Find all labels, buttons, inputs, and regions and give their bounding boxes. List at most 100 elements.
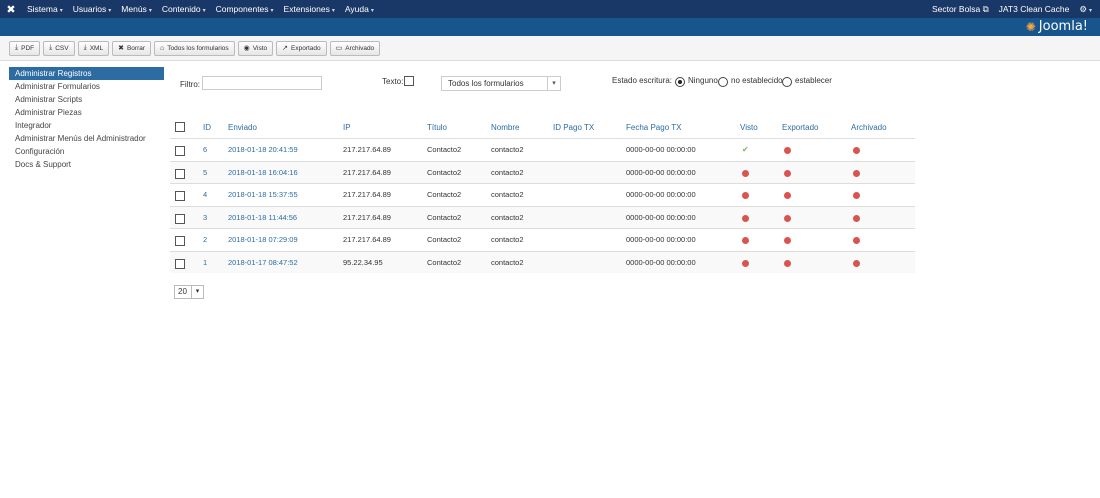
row-checkbox[interactable] [175, 168, 185, 179]
cell-ip: 217.217.64.89 [343, 145, 391, 154]
archivado-no-icon[interactable] [853, 143, 860, 154]
exportado-no-icon[interactable] [784, 143, 791, 154]
cell-enviado[interactable]: 2018-01-18 16:04:16 [228, 168, 298, 177]
exportado-button[interactable]: ↗ Exportado [276, 40, 327, 56]
cell-id[interactable]: 2 [203, 235, 207, 244]
visto-no-icon[interactable] [742, 256, 749, 267]
clean-cache-link[interactable]: JAT3 Clean Cache [999, 4, 1070, 14]
download-icon: ⤓ [15, 44, 19, 51]
select-all-checkbox[interactable] [175, 122, 185, 132]
row-checkbox[interactable] [175, 191, 185, 201]
cell-titulo: Contacto2 [427, 167, 462, 177]
row-checkbox[interactable] [175, 213, 185, 224]
menu-menus[interactable]: Menús ▾ [116, 4, 157, 14]
cell-nombre: contacto2 [491, 190, 524, 199]
sidebar-item-registros[interactable]: Administrar Registros [9, 67, 164, 80]
cell-id[interactable]: 3 [203, 213, 207, 222]
cell-id[interactable]: 5 [203, 168, 207, 177]
radio-ninguno[interactable] [675, 77, 685, 87]
table-row: 3 2018-01-18 11:44:56 217.217.64.89 Contact… [170, 205, 915, 228]
menu-contenido[interactable]: Contenido ▾ [157, 4, 211, 14]
filter-input[interactable] [202, 76, 322, 90]
visto-button[interactable]: ◉ Visto [237, 40, 274, 56]
archivado-no-icon[interactable] [853, 233, 860, 244]
menu-extensiones[interactable]: Extensiones ▾ [279, 4, 340, 14]
row-checkbox[interactable] [175, 258, 185, 269]
visto-no-icon[interactable] [742, 211, 749, 222]
pdf-button[interactable]: ⤓ PDF [9, 40, 41, 56]
col-titulo[interactable]: Título [427, 123, 447, 132]
cell-nombre: contacto2 [491, 257, 524, 267]
sidebar-item-docs[interactable]: Docs & Support [9, 158, 164, 171]
cell-enviado[interactable]: 2018-01-18 15:37:55 [228, 190, 298, 199]
cell-nombre: contacto2 [491, 212, 524, 222]
xml-button[interactable]: ⤓ XML [77, 40, 110, 56]
cell-ip: 95.22.34.95 [343, 257, 383, 267]
gear-icon: ⚙ [1079, 3, 1087, 14]
exportado-no-icon[interactable] [784, 256, 791, 267]
archivado-no-icon[interactable] [853, 256, 860, 267]
cell-enviado[interactable]: 2018-01-18 11:44:56 [228, 213, 297, 222]
cell-enviado[interactable]: 2018-01-18 20:41:59 [228, 145, 298, 154]
exportado-no-icon[interactable] [784, 211, 791, 222]
cell-enviado[interactable]: 2018-01-17 08:47:52 [228, 258, 298, 267]
cell-enviado[interactable]: 2018-01-18 07:29:09 [228, 235, 298, 244]
todos-formularios-button[interactable]: ⌂ Todos los formularios [154, 40, 235, 56]
cell-titulo: Contacto2 [427, 190, 462, 199]
col-id[interactable]: ID [203, 123, 211, 132]
visto-no-icon[interactable] [742, 233, 749, 244]
list-limit-select[interactable]: 20 ▾ [174, 285, 204, 299]
col-exportado[interactable]: Exportado [782, 123, 818, 132]
sidebar-item-integrador[interactable]: Integrador [9, 119, 164, 132]
share-icon: ↗ [282, 45, 288, 52]
texto-label: Texto: [382, 77, 404, 86]
cell-id[interactable]: 1 [203, 258, 207, 267]
archivado-no-icon[interactable] [853, 166, 860, 177]
col-enviado[interactable]: Enviado [228, 123, 257, 132]
csv-button[interactable]: ⤓ CSV [43, 40, 75, 56]
sidebar-item-formularios[interactable]: Administrar Formularios [9, 80, 164, 93]
menu-usuarios[interactable]: Usuarios ▾ [68, 4, 117, 14]
joomla-menu-icon[interactable]: ✖ [0, 0, 22, 18]
radio-no-establecido[interactable] [718, 77, 728, 87]
visto-no-icon[interactable] [742, 188, 749, 199]
user-menu[interactable]: ⚙ ▾ [1079, 4, 1092, 15]
col-nombre[interactable]: Nombre [491, 123, 519, 132]
exportado-no-icon[interactable] [784, 166, 791, 177]
cell-fecha-pago: 0000-00-00 00:00:00 [626, 145, 696, 154]
menu-sistema[interactable]: Sistema ▾ [22, 4, 68, 14]
col-ip[interactable]: IP [343, 123, 351, 132]
cell-id[interactable]: 4 [203, 190, 207, 199]
estado-label: Estado escritura: [612, 76, 673, 85]
exportado-no-icon[interactable] [784, 233, 791, 244]
download-icon: ⤓ [83, 44, 87, 51]
sidebar-item-configuracion[interactable]: Configuración [9, 145, 164, 158]
radio-establecer[interactable] [782, 77, 792, 87]
site-link[interactable]: Sector Bolsa ⧉ [932, 4, 989, 15]
visto-no-icon[interactable] [742, 166, 749, 177]
col-visto[interactable]: Visto [740, 123, 758, 132]
visto-check-icon[interactable]: ✔ [742, 146, 750, 154]
col-fecha-pago[interactable]: Fecha Pago TX [626, 123, 681, 132]
row-checkbox[interactable] [175, 236, 185, 246]
submissions-table: ID Enviado IP Título Nombre ID Pago TX F… [170, 118, 915, 273]
archive-icon: ▭ [335, 45, 343, 52]
col-id-pago[interactable]: ID Pago TX [553, 123, 594, 132]
exportado-no-icon[interactable] [784, 188, 791, 199]
col-archivado[interactable]: Archivado [851, 123, 887, 132]
table-row: 2 2018-01-18 07:29:09 217.217.64.89 Contact… [170, 228, 915, 251]
archivado-button[interactable]: ▭ Archivado [329, 40, 381, 56]
sidebar-item-scripts[interactable]: Administrar Scripts [9, 93, 164, 106]
archivado-no-icon[interactable] [853, 211, 860, 222]
cell-id[interactable]: 6 [203, 145, 207, 154]
row-checkbox[interactable] [175, 146, 185, 156]
radio-establecer-label: establecer [795, 76, 832, 85]
borrar-button[interactable]: ✖ Borrar [112, 40, 152, 56]
archivado-no-icon[interactable] [853, 188, 860, 199]
form-select[interactable]: Todos los formularios ▾ [441, 76, 561, 91]
texto-checkbox[interactable] [404, 76, 414, 86]
sidebar-item-piezas[interactable]: Administrar Piezas [9, 106, 164, 119]
menu-componentes[interactable]: Componentes ▾ [211, 4, 279, 14]
sidebar-item-menus-admin[interactable]: Administrar Menús del Administrador [9, 132, 164, 145]
menu-ayuda[interactable]: Ayuda ▾ [340, 4, 379, 14]
